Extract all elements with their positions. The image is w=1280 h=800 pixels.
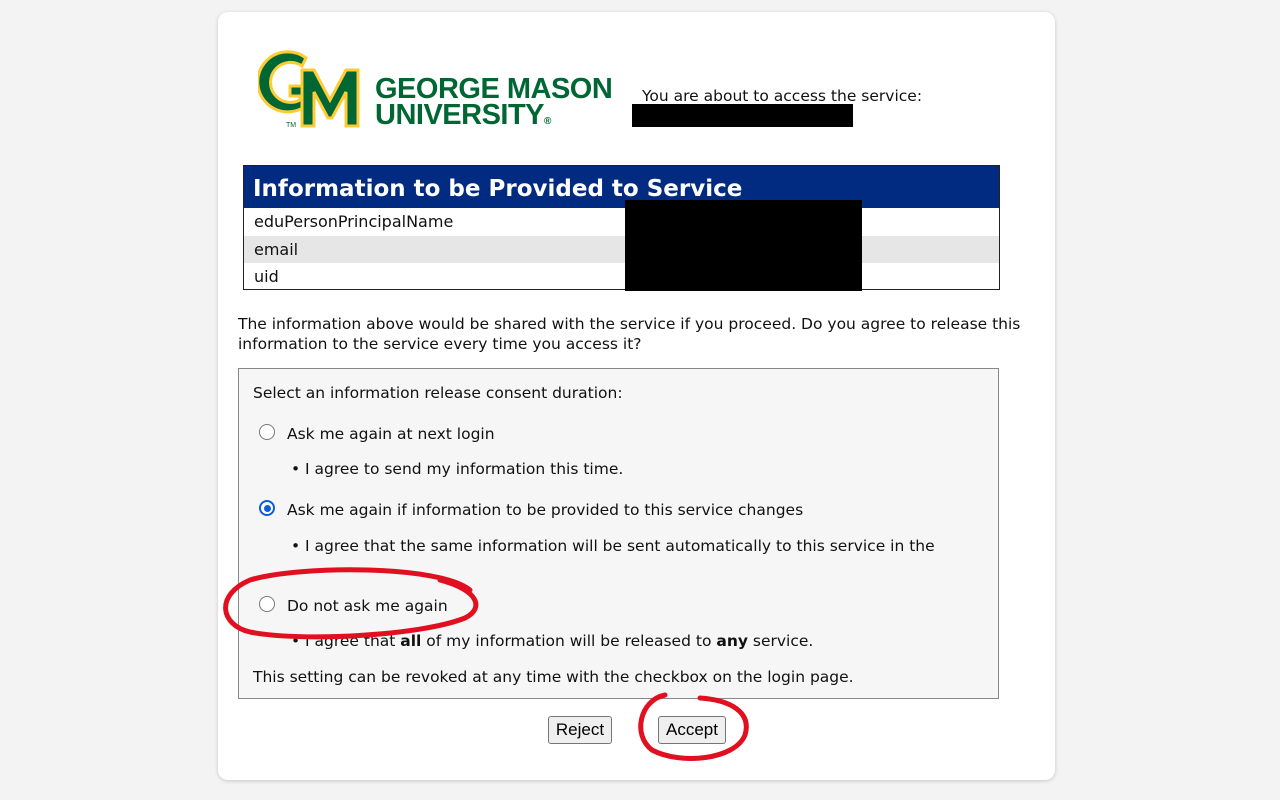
radio-ask-next-login[interactable]: [259, 424, 275, 440]
redacted-attribute-values: [625, 200, 862, 291]
table-row: eduPersonPrincipalName: [254, 212, 454, 231]
release-prompt: The information above would be shared wi…: [238, 315, 1021, 353]
accept-button[interactable]: Accept: [658, 716, 726, 744]
reject-button[interactable]: Reject: [548, 716, 612, 744]
radio-ask-if-changes[interactable]: [259, 500, 275, 516]
table-title: Information to be Provided to Service: [244, 166, 999, 208]
attributes-table: Information to be Provided to Service ed…: [243, 165, 1000, 290]
table-row: uid: [254, 267, 279, 286]
consent-heading: Select an information release consent du…: [253, 384, 623, 402]
radio-do-not-ask[interactable]: [259, 596, 275, 612]
option-bullet: I agree to send my information this time…: [291, 460, 623, 478]
option-bullet: I agree that all of my information will …: [291, 632, 813, 650]
logo-wordmark: GEORGE MASON UNIVERSITY®: [375, 75, 613, 135]
option-bullet: I agree that the same information will b…: [291, 536, 971, 556]
consent-footer: This setting can be revoked at any time …: [253, 668, 854, 686]
gmu-logo: TM GEORGE MASON UNIVERSITY®: [256, 44, 618, 135]
consent-duration-box: Select an information release consent du…: [238, 368, 999, 699]
option-label[interactable]: Ask me again at next login: [287, 425, 495, 443]
redacted-service-name: [632, 104, 853, 127]
gm-monogram-icon: TM: [256, 50, 360, 129]
option-label[interactable]: Ask me again if information to be provid…: [287, 501, 803, 519]
access-service-text: You are about to access the service:: [642, 87, 923, 105]
svg-text:TM: TM: [286, 122, 296, 129]
option-label[interactable]: Do not ask me again: [287, 597, 448, 615]
table-row: email: [244, 235, 999, 263]
logo-line2: UNIVERSITY®: [375, 99, 551, 131]
